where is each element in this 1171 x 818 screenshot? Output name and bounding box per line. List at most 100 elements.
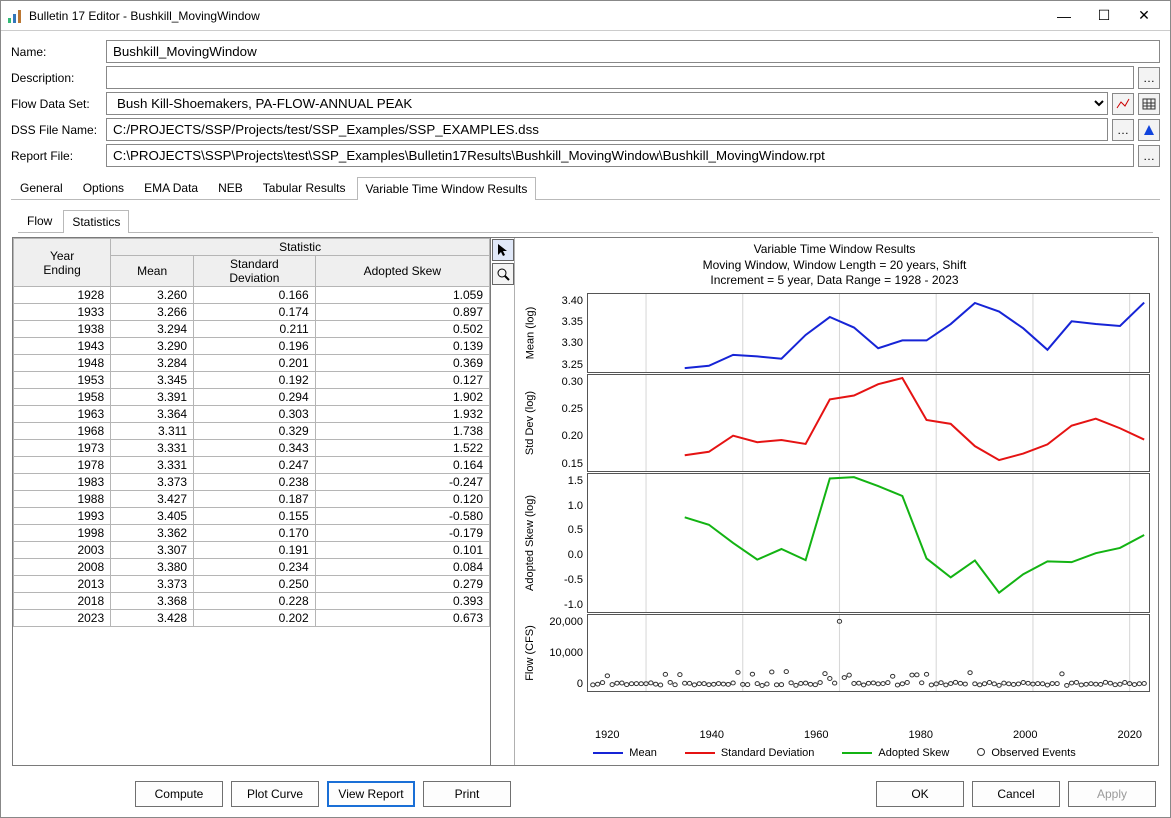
table-row[interactable]: 19533.3450.1920.127 — [14, 372, 490, 389]
subtab-statistics[interactable]: Statistics — [63, 210, 129, 233]
app-window: Bulletin 17 Editor - Bushkill_MovingWind… — [0, 0, 1171, 818]
y-axis-label: Flow (CFS) — [524, 625, 536, 681]
name-label: Name: — [11, 45, 106, 59]
maximize-button[interactable]: ☐ — [1084, 2, 1124, 30]
tab-ema-data[interactable]: EMA Data — [135, 176, 207, 199]
plot-data-icon[interactable] — [1112, 93, 1134, 115]
chart-legend: Mean Standard Deviation Adopted Skew Observ… — [519, 741, 1150, 761]
table-row[interactable]: 19783.3310.2470.164 — [14, 457, 490, 474]
table-row[interactable]: 19683.3110.3291.738 — [14, 423, 490, 440]
table-row[interactable]: 20233.4280.2020.673 — [14, 610, 490, 627]
description-label: Description: — [11, 71, 106, 85]
report-browse-button[interactable]: … — [1138, 145, 1160, 167]
table-row[interactable]: 19383.2940.2110.502 — [14, 321, 490, 338]
form-area: Name: Description: … Flow Data Set: Bush… — [1, 31, 1170, 172]
col-header: Standard Deviation — [194, 256, 316, 287]
minimize-button[interactable]: — — [1044, 2, 1084, 30]
plot-panel[interactable] — [587, 473, 1150, 613]
y-axis-label: Mean (log) — [524, 306, 536, 359]
plot-curve-button[interactable]: Plot Curve — [231, 781, 319, 807]
legend-item: Standard Deviation — [685, 747, 815, 759]
table-row[interactable]: 19483.2840.2010.369 — [14, 355, 490, 372]
ok-button[interactable]: OK — [876, 781, 964, 807]
sub-tabs: FlowStatistics — [18, 209, 1153, 233]
y-ticks: 20,00010,0000 — [541, 614, 587, 692]
col-header: Mean — [111, 256, 194, 287]
tab-content: FlowStatistics Year Ending Statistic Mea… — [11, 200, 1160, 771]
y-axis-label: Std Dev (log) — [524, 391, 536, 455]
y-ticks: 1.51.00.50.0-0.5-1.0 — [541, 473, 587, 613]
statistics-table-pane: Year Ending Statistic MeanStandard Devia… — [13, 238, 491, 765]
statistics-table: Year Ending Statistic MeanStandard Devia… — [13, 238, 490, 627]
legend-item: Adopted Skew — [842, 747, 949, 759]
table-row[interactable]: 19933.4050.155-0.580 — [14, 508, 490, 525]
table-row[interactable]: 20133.3730.2500.279 — [14, 576, 490, 593]
table-row[interactable]: 19983.3620.170-0.179 — [14, 525, 490, 542]
chart-area: Variable Time Window Results Moving Wind… — [515, 238, 1158, 765]
legend-item: Observed Events — [977, 747, 1075, 759]
description-browse-button[interactable]: … — [1138, 67, 1160, 89]
app-icon — [7, 8, 23, 24]
x-axis: 192019401960198020002020 — [519, 727, 1150, 741]
x-tick: 1940 — [700, 729, 724, 741]
chart-title: Variable Time Window Results Moving Wind… — [519, 242, 1150, 289]
table-row[interactable]: 19583.3910.2941.902 — [14, 389, 490, 406]
table-row[interactable]: 19733.3310.3431.522 — [14, 440, 490, 457]
flow-data-set-label: Flow Data Set: — [11, 97, 106, 111]
cancel-button[interactable]: Cancel — [972, 781, 1060, 807]
close-button[interactable]: ✕ — [1124, 2, 1164, 30]
pointer-tool-icon[interactable] — [492, 239, 514, 261]
x-tick: 2020 — [1118, 729, 1142, 741]
dss-file-field[interactable] — [106, 118, 1108, 141]
plot-panel[interactable] — [587, 614, 1150, 692]
report-label: Report File: — [11, 149, 106, 163]
y-axis-label: Adopted Skew (log) — [524, 495, 536, 591]
x-tick: 1920 — [595, 729, 619, 741]
window-title: Bulletin 17 Editor - Bushkill_MovingWind… — [29, 9, 1044, 23]
table-row[interactable]: 20033.3070.1910.101 — [14, 542, 490, 559]
table-row[interactable]: 19883.4270.1870.120 — [14, 491, 490, 508]
report-file-field[interactable] — [106, 144, 1134, 167]
chart-pane: Variable Time Window Results Moving Wind… — [491, 238, 1158, 765]
description-field[interactable] — [106, 66, 1134, 89]
tab-options[interactable]: Options — [74, 176, 133, 199]
y-ticks: 0.300.250.200.15 — [541, 374, 587, 472]
compute-button[interactable]: Compute — [135, 781, 223, 807]
col-year: Year Ending — [14, 239, 111, 287]
table-data-icon[interactable] — [1138, 93, 1160, 115]
apply-button: Apply — [1068, 781, 1156, 807]
col-header: Adopted Skew — [315, 256, 489, 287]
plot-panel[interactable] — [587, 293, 1150, 373]
table-row[interactable]: 20183.3680.2280.393 — [14, 593, 490, 610]
button-bar: Compute Plot Curve View Report Print OK … — [1, 777, 1170, 817]
table-row[interactable]: 19333.2660.1740.897 — [14, 304, 490, 321]
flow-data-set-select[interactable]: Bush Kill-Shoemakers, PA-FLOW-ANNUAL PEA… — [106, 92, 1108, 115]
x-tick: 2000 — [1013, 729, 1037, 741]
table-row[interactable]: 19833.3730.238-0.247 — [14, 474, 490, 491]
table-row[interactable]: 19633.3640.3031.932 — [14, 406, 490, 423]
y-ticks: 3.403.353.303.25 — [541, 293, 587, 373]
tab-tabular-results[interactable]: Tabular Results — [254, 176, 355, 199]
table-row[interactable]: 20083.3800.2340.084 — [14, 559, 490, 576]
main-tabs: GeneralOptionsEMA DataNEBTabular Results… — [11, 176, 1160, 200]
view-report-button[interactable]: View Report — [327, 781, 415, 807]
dss-plot-icon[interactable] — [1138, 119, 1160, 141]
dss-browse-button[interactable]: … — [1112, 119, 1134, 141]
tab-general[interactable]: General — [11, 176, 72, 199]
chart-panels: Mean (log) 3.403.353.303.25 Std Dev (log) 0… — [519, 293, 1150, 727]
chart-tools — [491, 238, 515, 765]
zoom-tool-icon[interactable] — [492, 263, 514, 285]
dss-label: DSS File Name: — [11, 123, 106, 137]
tab-neb[interactable]: NEB — [209, 176, 252, 199]
table-row[interactable]: 19283.2600.1661.059 — [14, 287, 490, 304]
name-field[interactable] — [106, 40, 1160, 63]
col-statistic-group: Statistic — [111, 239, 490, 256]
table-row[interactable]: 19433.2900.1960.139 — [14, 338, 490, 355]
print-button[interactable]: Print — [423, 781, 511, 807]
x-tick: 1960 — [804, 729, 828, 741]
legend-item: Mean — [593, 747, 657, 759]
plot-panel[interactable] — [587, 374, 1150, 472]
split-pane: Year Ending Statistic MeanStandard Devia… — [12, 237, 1159, 766]
tab-variable-time-window-results[interactable]: Variable Time Window Results — [357, 177, 537, 200]
subtab-flow[interactable]: Flow — [18, 209, 61, 232]
